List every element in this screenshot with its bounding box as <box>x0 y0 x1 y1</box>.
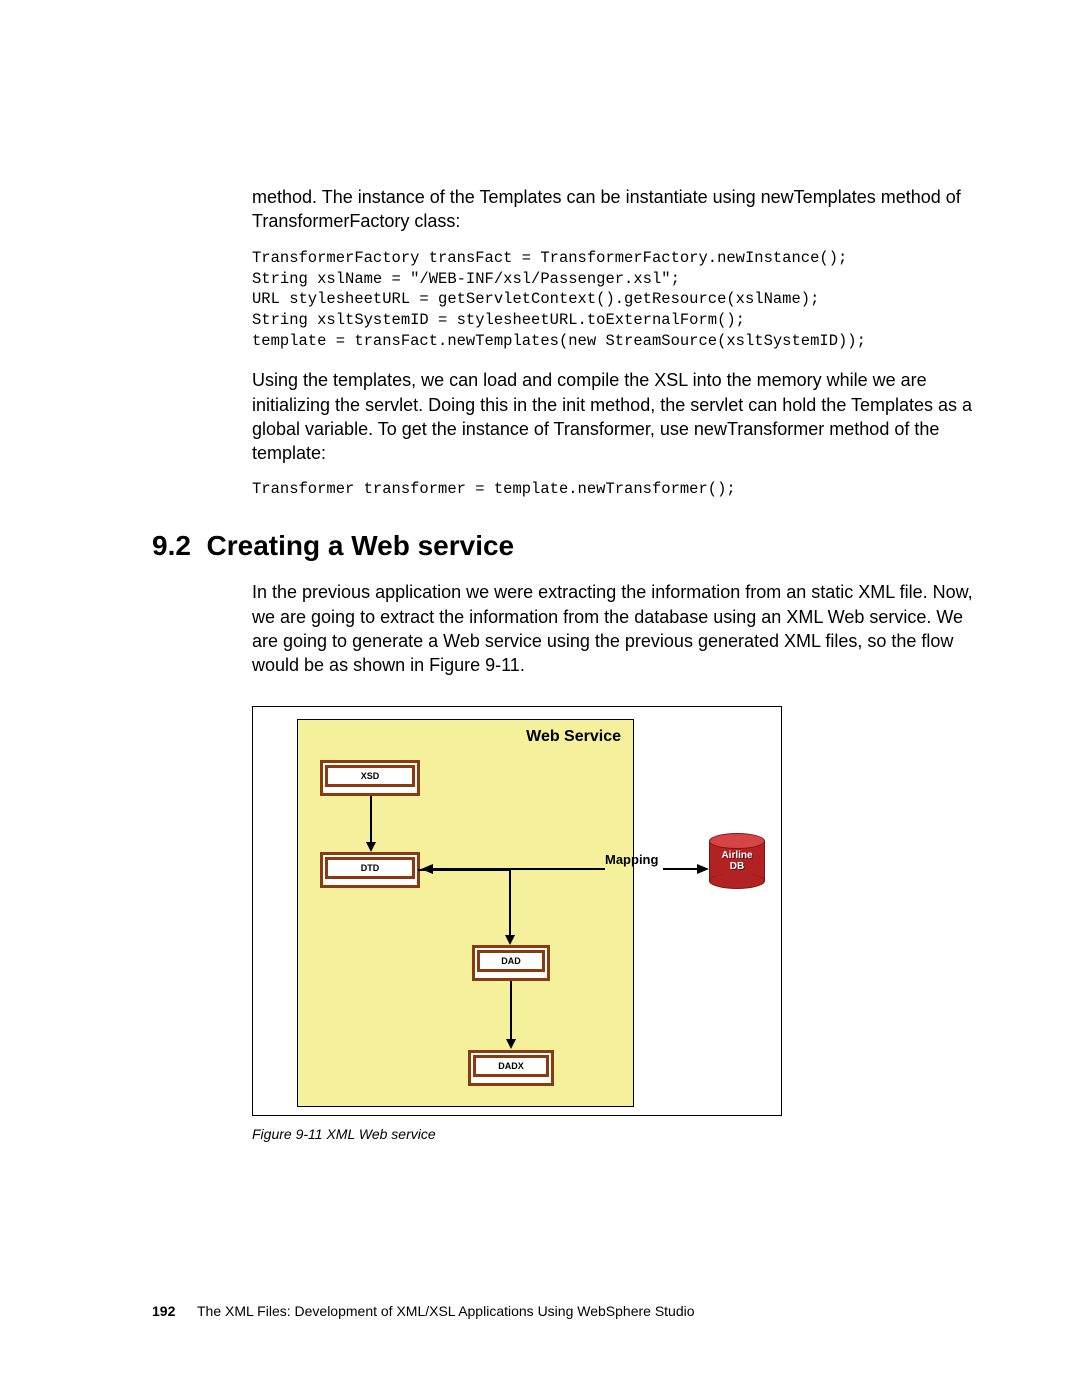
arrow-mapping-to-db <box>663 864 709 874</box>
xsd-node: XSD <box>320 760 420 796</box>
dtd-label: DTD <box>325 857 415 879</box>
code-block: TransformerFactory transFact = Transform… <box>252 248 980 353</box>
arrow-dtd-to-dad <box>418 870 528 950</box>
dad-node: DAD <box>472 945 550 981</box>
paragraph: Using the templates, we can load and com… <box>252 368 980 465</box>
arrow-xsd-to-dtd <box>366 796 376 852</box>
arrow-mapping-to-dtd <box>421 864 605 874</box>
paragraph: In the previous application we were extr… <box>252 580 980 677</box>
mapping-label: Mapping <box>605 852 658 867</box>
dad-label: DAD <box>477 950 545 972</box>
footer-title: The XML Files: Development of XML/XSL Ap… <box>197 1303 695 1319</box>
dadx-node: DADX <box>468 1050 554 1086</box>
web-service-title: Web Service <box>526 728 621 746</box>
code-block: Transformer transformer = template.newTr… <box>252 479 980 500</box>
web-service-container: Web Service XSD DTD DAD DADX <box>297 719 634 1107</box>
db-label-line1: Airline <box>721 850 752 861</box>
paragraph: method. The instance of the Templates ca… <box>252 185 980 234</box>
xsd-label: XSD <box>325 765 415 787</box>
section-number: 9.2 <box>152 530 191 561</box>
figure-diagram: Web Service XSD DTD DAD DADX <box>252 706 782 1116</box>
db-label-line2: DB <box>730 861 744 872</box>
dadx-label: DADX <box>473 1055 549 1077</box>
page-footer: 192 The XML Files: Development of XML/XS… <box>152 1303 695 1319</box>
figure-caption: Figure 9-11 XML Web service <box>252 1126 980 1142</box>
section-title: Creating a Web service <box>207 530 515 561</box>
section-heading: 9.2 Creating a Web service <box>152 530 980 562</box>
database-icon: Airline DB <box>709 833 765 889</box>
dtd-node: DTD <box>320 852 420 888</box>
page-number: 192 <box>152 1303 175 1319</box>
arrow-dad-to-dadx <box>506 981 516 1051</box>
